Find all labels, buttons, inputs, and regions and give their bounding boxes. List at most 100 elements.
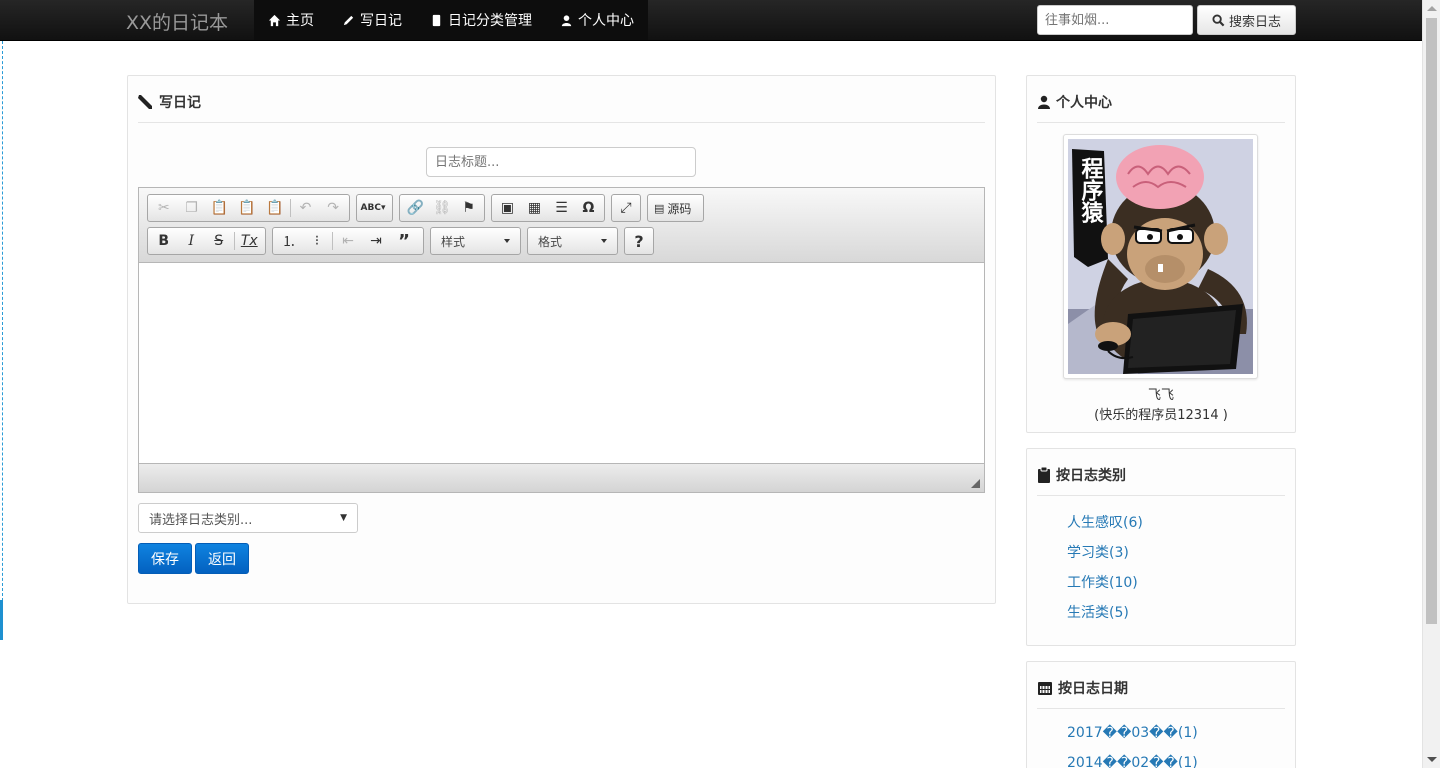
search-icon [1212,13,1225,26]
table-icon[interactable]: ▦ [521,196,548,220]
category-panel-title: 按日志类别 [1037,465,1126,485]
divider [1037,708,1285,709]
write-panel: 写日记 ✂ ❐ 📋 📋 📋 ↶ ↷ ABC▾ [127,75,996,604]
bulleted-list-icon[interactable]: ⁝ [303,229,331,253]
clipboard-icon [1038,467,1050,483]
copy-icon[interactable]: ❐ [178,196,206,220]
avatar-caption: 程序猿 [1078,157,1105,224]
date-panel: 按日志日期 2017��03��(1) 2014��02��(1) [1026,661,1296,768]
scroll-down-icon[interactable] [1427,757,1437,762]
blockquote-icon[interactable]: ” [390,229,418,253]
resize-handle-icon[interactable] [971,479,980,488]
bold-icon[interactable]: B [150,229,178,253]
nav-item-category[interactable]: 日记分类管理 [416,0,546,40]
help-button[interactable]: ? [624,227,654,255]
remove-format-icon[interactable]: Tx [235,229,263,253]
format-select-label: 格式 [538,234,563,249]
toolbar-group-clipboard: ✂ ❐ 📋 📋 📋 ↶ ↷ [147,194,350,222]
outdent-icon[interactable]: ⇤ [334,229,362,253]
pencil-icon [343,15,354,25]
back-button-label: 返回 [208,551,236,568]
save-button[interactable]: 保存 [138,543,192,574]
redo-icon[interactable]: ↷ [319,196,347,220]
book-icon [432,14,441,26]
link-icon[interactable]: 🔗 [402,196,429,220]
horizontal-rule-icon[interactable]: ☰ [548,196,575,220]
unlink-icon[interactable]: ⛓ [429,196,456,220]
category-link[interactable]: 生活类(5) [1067,602,1129,622]
chevron-down-icon [504,239,510,243]
maximize-icon[interactable]: ⤢ [614,196,638,220]
paste-word-icon[interactable]: 📋 [261,196,289,220]
date-link[interactable]: 2014��02��(1) [1067,755,1198,768]
category-select[interactable]: 请选择日志类别... ▼ [138,503,358,533]
user-icon [561,14,572,26]
profile-panel-title-text: 个人中心 [1056,95,1112,111]
date-link[interactable]: 2017��03��(1) [1067,725,1198,741]
source-label: 源码 [667,201,692,216]
category-link[interactable]: 工作类(10) [1067,572,1138,592]
toolbar-separator [233,232,235,250]
indent-icon[interactable]: ⇥ [362,229,390,253]
pencil-icon [138,95,152,109]
left-guide-marker [0,600,3,640]
user-icon [1038,95,1050,109]
date-panel-title: 按日志日期 [1037,678,1128,698]
nav-item-home[interactable]: 主页 [254,0,328,40]
toolbar-separator [332,232,333,250]
calendar-icon [1038,682,1052,695]
date-panel-title-text: 按日志日期 [1058,681,1128,697]
cut-icon[interactable]: ✂ [150,196,178,220]
navbar: XX的日记本 主页 写日记 日记分类管理 个人中心 搜索日志 [0,0,1422,41]
category-link[interactable]: 学习类(3) [1067,542,1129,562]
editor-content-area[interactable] [139,263,984,463]
chevron-down-icon: ▼ [340,513,347,523]
strike-icon[interactable]: S [205,229,233,253]
numbered-list-icon[interactable]: ⒈ [275,229,303,253]
special-char-icon[interactable]: Ω [575,196,602,220]
search-button[interactable]: 搜索日志 [1197,5,1296,35]
nav-item-profile[interactable]: 个人中心 [546,0,648,40]
page: XX的日记本 主页 写日记 日记分类管理 个人中心 搜索日志 [0,0,1440,768]
nav-item-label: 日记分类管理 [448,13,532,29]
brand[interactable]: XX的日记本 [126,8,228,35]
profile-panel: 个人中心 程序猿 飞飞 (快乐的程序员12314) [1026,75,1296,433]
vertical-scrollbar[interactable] [1422,0,1440,768]
paste-icon[interactable]: 📋 [205,196,233,220]
style-select[interactable]: 样式 [430,227,521,255]
scroll-up-icon[interactable] [1427,6,1437,11]
profile-panel-title: 个人中心 [1037,92,1112,112]
user-signature: (快乐的程序员12314 ) [1094,408,1228,423]
category-link[interactable]: 人生感叹(6) [1067,512,1143,532]
format-select[interactable]: 格式 [527,227,618,255]
toolbar-group-insert: ▣ ▦ ☰ Ω [491,194,605,222]
diary-title-input[interactable] [426,147,696,177]
toolbar-group-paragraph: ⒈ ⁝ ⇤ ⇥ ” [272,227,424,255]
user-name: 飞飞 [1147,388,1174,403]
write-panel-title-text: 写日记 [159,95,201,111]
paste-text-icon[interactable]: 📋 [233,196,261,220]
search-button-label: 搜索日志 [1228,14,1281,30]
image-icon[interactable]: ▣ [494,196,521,220]
toolbar-group-links: 🔗 ⛓ ⚑ [399,194,485,222]
nav-item-write[interactable]: 写日记 [328,0,416,40]
nav-item-label: 主页 [286,13,314,29]
editor-toolbar: ✂ ❐ 📋 📋 📋 ↶ ↷ ABC▾ 🔗 ⛓ ⚑ ▣ ▦ ☰ Ω ⤢ ▤ 源码 … [139,188,984,263]
source-button[interactable]: ▤ 源码 [647,194,704,222]
divider [1037,122,1285,123]
italic-icon[interactable]: I [178,229,206,253]
search-input[interactable] [1037,5,1193,35]
scroll-thumb[interactable] [1426,18,1437,624]
style-select-label: 样式 [441,234,466,249]
anchor-flag-icon[interactable]: ⚑ [455,196,482,220]
monkey-programmer-avatar: 程序猿 [1068,139,1253,374]
left-guide-line [2,41,3,601]
undo-icon[interactable]: ↶ [292,196,320,220]
toolbar-group-basic-style: B I S Tx [147,227,266,255]
avatar: 程序猿 [1063,134,1258,379]
spellcheck-icon[interactable]: ABC▾ [359,196,387,220]
back-button[interactable]: 返回 [195,543,249,574]
category-select-label: 请选择日志类别... [149,512,253,528]
chevron-down-icon [601,239,607,243]
category-panel: 按日志类别 人生感叹(6) 学习类(3) 工作类(10) 生活类(5) [1026,448,1296,646]
